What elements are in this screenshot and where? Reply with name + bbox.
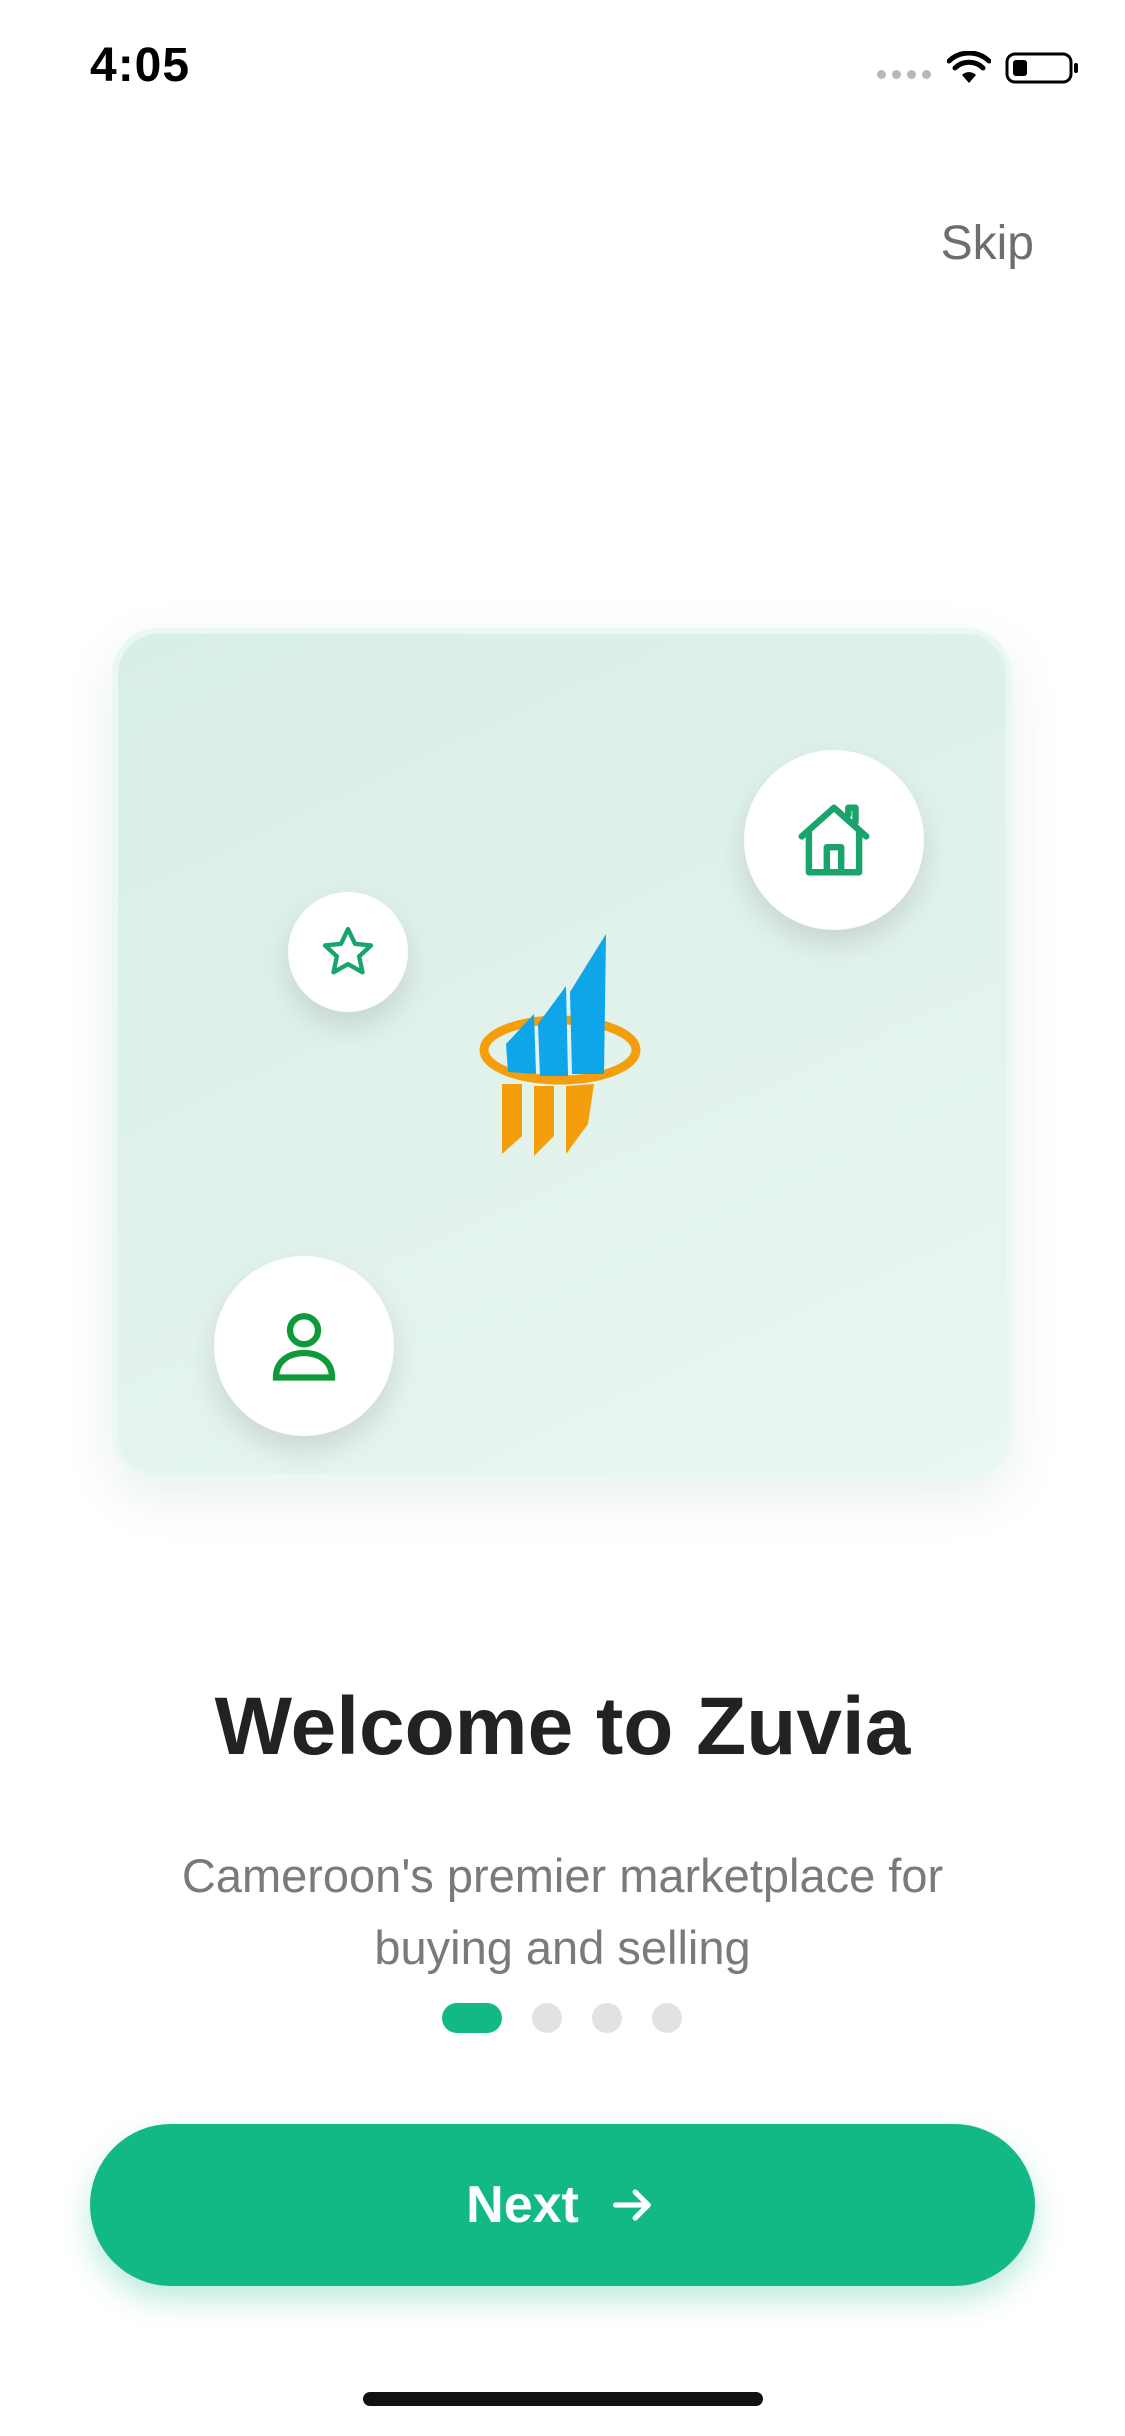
next-button-label: Next	[466, 2176, 579, 2234]
page-indicator	[442, 2003, 682, 2033]
wifi-icon	[947, 51, 991, 83]
page-dot-active	[442, 2003, 502, 2033]
arrow-right-icon	[612, 2189, 651, 2221]
user-bubble	[214, 1256, 394, 1436]
zuvia-logo	[479, 934, 641, 1156]
hero-illustration	[112, 628, 1012, 1480]
star-bubble	[288, 892, 408, 1012]
status-icons	[877, 48, 1081, 88]
home-bubble	[744, 750, 924, 930]
home-indicator[interactable]	[363, 2392, 763, 2406]
star-icon	[322, 926, 374, 975]
status-bar: 4:05	[0, 0, 1125, 132]
user-icon	[272, 1313, 336, 1381]
page-dot	[592, 2003, 622, 2033]
next-button[interactable]: Next	[90, 2124, 1035, 2286]
page-dot	[532, 2003, 562, 2033]
onboarding-subtitle: Cameroon's premier marketplace for buyin…	[181, 1849, 944, 1974]
battery-icon	[1005, 52, 1078, 84]
status-time: 4:05	[90, 39, 191, 92]
house-icon	[798, 804, 870, 876]
onboarding-title: Welcome to Zuvia	[214, 1681, 911, 1772]
skip-button[interactable]: Skip	[941, 216, 1034, 271]
page-dot	[652, 2003, 682, 2033]
cellular-signal-icon	[877, 58, 931, 79]
